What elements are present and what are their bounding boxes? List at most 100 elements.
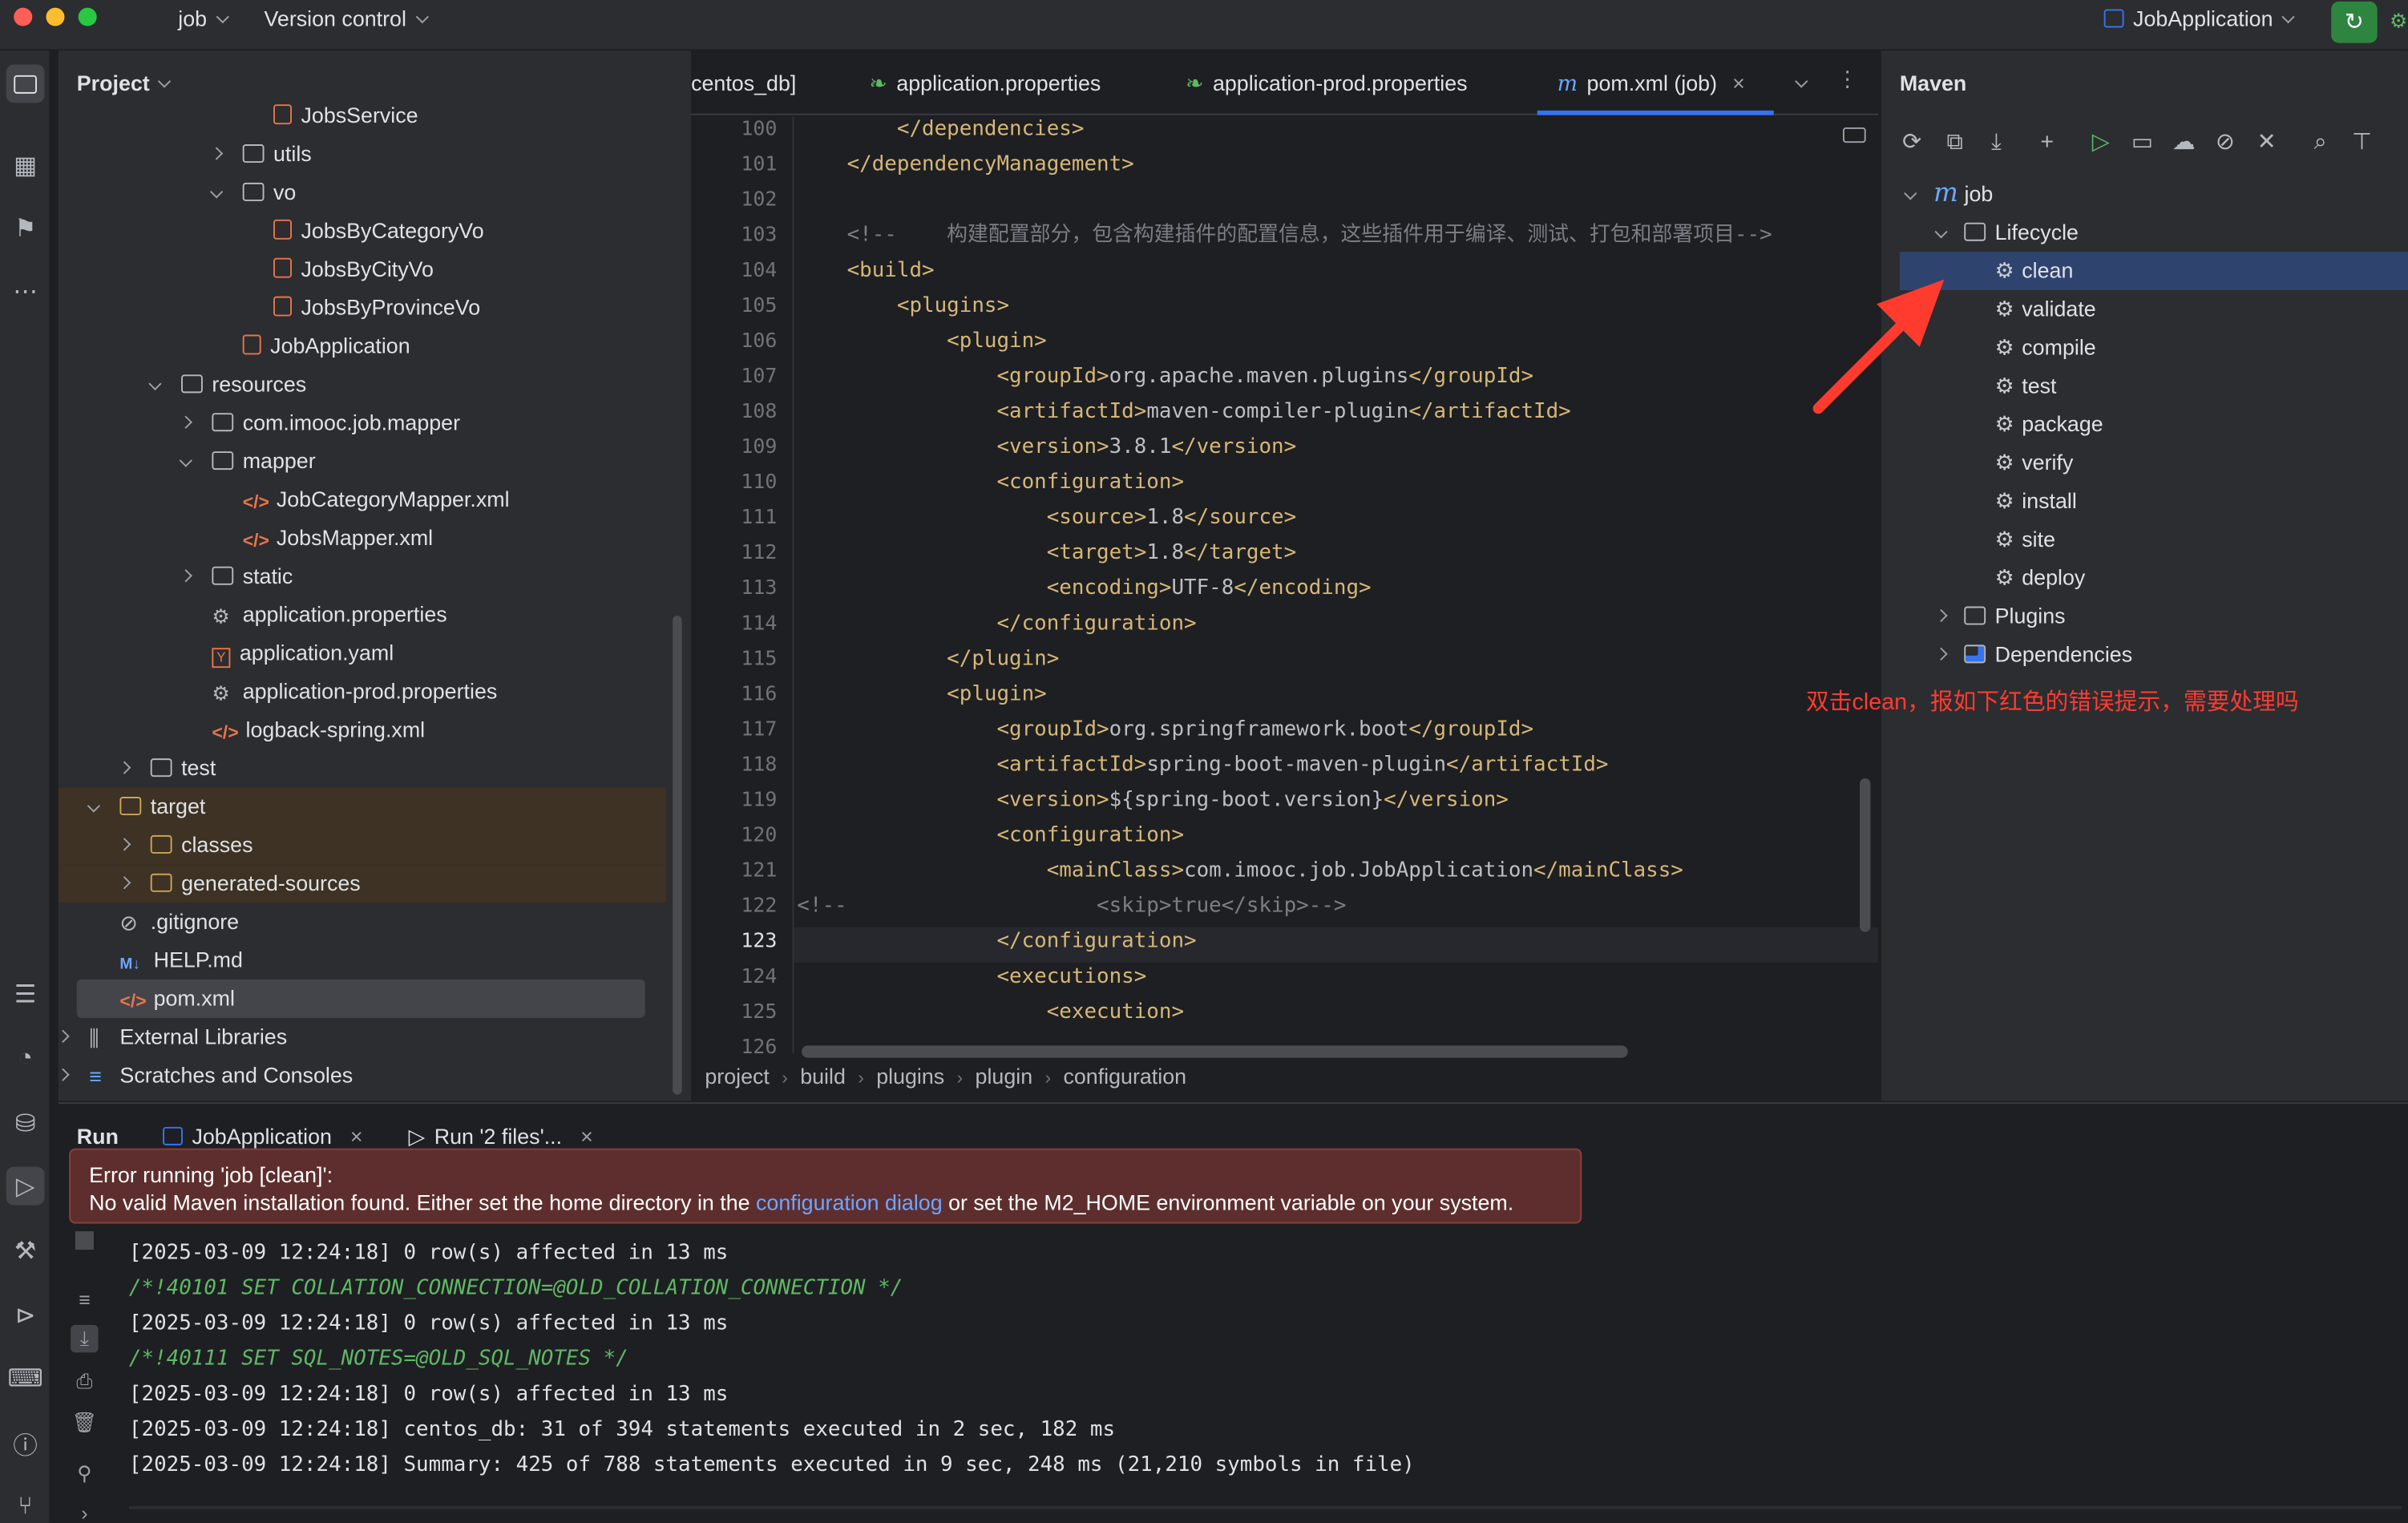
tree-item[interactable]: mapper xyxy=(59,442,667,481)
tree-item[interactable]: Yapplication.yaml xyxy=(59,634,667,673)
todo-tool-button[interactable]: ☰ xyxy=(6,975,45,1013)
chevron-right-icon[interactable] xyxy=(56,1029,70,1043)
tree-item[interactable]: ⫼ External Libraries xyxy=(56,1018,667,1056)
tree-item[interactable]: </> pom.xml xyxy=(76,979,645,1018)
tab-centos-db[interactable]: centos_db] xyxy=(691,71,796,95)
maven-goal-package[interactable]: ⚙ package xyxy=(1900,406,2408,444)
reader-mode-icon[interactable] xyxy=(1842,127,1866,143)
project-tool-button[interactable] xyxy=(6,64,45,103)
offline-icon[interactable]: ☁ xyxy=(2168,127,2199,158)
chevron-right-icon[interactable] xyxy=(118,876,131,890)
tree-item[interactable]: ⊘ .gitignore xyxy=(59,903,667,941)
tree-item[interactable]: </> logback-spring.xml xyxy=(59,711,667,749)
maven-goal-verify[interactable]: ⚙ verify xyxy=(1900,444,2408,483)
build-tool-button[interactable]: ⚒ xyxy=(6,1231,45,1270)
run-tab-jobapplication[interactable]: JobApplication × xyxy=(163,1124,363,1149)
run-tab-2-files[interactable]: ▷ Run '2 files'... × xyxy=(409,1124,593,1150)
close-window-button[interactable] xyxy=(14,7,33,26)
tree-item[interactable]: </> JobCategoryMapper.xml xyxy=(59,480,667,519)
chevron-right-icon[interactable] xyxy=(1934,647,1948,661)
tab-list-button[interactable] xyxy=(1795,69,1808,96)
tree-item[interactable]: utils xyxy=(59,135,667,174)
tree-item[interactable]: classes xyxy=(58,826,667,865)
tree-item[interactable]: static xyxy=(59,557,667,596)
pin-icon[interactable]: ⚲ xyxy=(71,1460,98,1487)
problems-tool-button[interactable]: ⓘ xyxy=(6,1423,45,1461)
maven-goal-compile[interactable]: ⚙ compile xyxy=(1900,329,2408,367)
close-tab-icon[interactable]: × xyxy=(580,1124,593,1149)
minimize-window-button[interactable] xyxy=(46,7,65,26)
code-area[interactable]: </dependencies> </dependencyManagement> … xyxy=(792,116,1879,1053)
maven-goal-validate[interactable]: ⚙ validate xyxy=(1900,290,2408,329)
breadcrumb-item[interactable]: plugins xyxy=(876,1064,944,1089)
close-tab-icon[interactable]: × xyxy=(350,1124,363,1149)
run-tool-button[interactable]: ▷ xyxy=(6,1166,45,1206)
editor-horizontal-scrollbar[interactable] xyxy=(802,1045,1628,1058)
close-tab-icon[interactable]: × xyxy=(1732,71,1745,95)
database-tool-button[interactable]: ⛁ xyxy=(6,1104,45,1142)
tree-item[interactable]: JobsByCityVo xyxy=(59,250,667,289)
maven-goal-clean[interactable]: ⚙ clean xyxy=(1899,252,2408,290)
tree-item[interactable]: JobsService xyxy=(59,97,667,135)
expand-icon[interactable]: › xyxy=(71,1500,98,1523)
git-tool-button[interactable]: ⑂ xyxy=(6,1488,45,1523)
maven-goal-site[interactable]: ⚙ site xyxy=(1900,520,2408,559)
scroll-to-end-icon[interactable]: ⤓ xyxy=(71,1324,99,1353)
breadcrumb-item[interactable]: configuration xyxy=(1063,1064,1186,1089)
maven-tree-item[interactable]: Plugins xyxy=(1900,597,2408,636)
structure-tool-button[interactable]: ▦ xyxy=(6,146,45,184)
chevron-down-icon[interactable] xyxy=(1904,187,1917,200)
tree-item[interactable]: JobsByCategoryVo xyxy=(59,212,667,250)
execute-goal-icon[interactable]: ▭ xyxy=(2127,127,2157,158)
chevron-right-icon[interactable] xyxy=(1934,608,1948,623)
print-icon[interactable]: ⎙ xyxy=(71,1368,98,1396)
chevron-right-icon[interactable] xyxy=(209,147,224,160)
breadcrumb-item[interactable]: plugin xyxy=(976,1064,1033,1089)
bookmarks-tool-button[interactable]: ⚑ xyxy=(6,208,45,247)
chevron-down-icon[interactable] xyxy=(209,185,224,199)
tree-item[interactable]: com.imooc.job.mapper xyxy=(59,404,667,442)
tree-item[interactable]: ≡ Scratches and Consoles xyxy=(56,1056,667,1095)
run-config-selector[interactable]: JobApplication xyxy=(2103,6,2295,30)
skip-tests-icon[interactable]: ⊘ xyxy=(2210,127,2240,158)
debug-icon[interactable]: ⚙ xyxy=(2390,9,2408,34)
tab-more-button[interactable]: ⋮ xyxy=(1836,66,1858,92)
rerun-button[interactable]: ↻ xyxy=(2331,1,2378,43)
configuration-dialog-link[interactable]: configuration dialog xyxy=(756,1190,943,1214)
project-switcher[interactable]: job xyxy=(178,6,229,30)
maven-tree-item[interactable]: Lifecycle xyxy=(1900,213,2408,252)
maven-goal-test[interactable]: ⚙ test xyxy=(1900,367,2408,406)
chevron-down-icon[interactable] xyxy=(148,377,162,390)
chevron-right-icon[interactable] xyxy=(56,1068,70,1081)
chevron-down-icon[interactable] xyxy=(87,799,100,813)
tab-application-prod-properties[interactable]: ❧ application-prod.properties xyxy=(1186,71,1468,97)
trash-icon[interactable]: 🗑 xyxy=(71,1409,98,1436)
breadcrumb-item[interactable]: project xyxy=(705,1064,770,1089)
chevron-down-icon[interactable] xyxy=(1934,225,1948,239)
generate-sources-icon[interactable]: ⧉ xyxy=(1940,127,1970,158)
tree-item[interactable]: ⚙ application-prod.properties xyxy=(59,673,667,711)
vcs-menu[interactable]: Version control xyxy=(265,6,429,30)
maven-tree-item[interactable]: m job xyxy=(1900,175,2408,213)
project-scrollbar[interactable] xyxy=(673,616,682,1095)
tree-item[interactable]: M↓ HELP.md xyxy=(59,941,667,980)
services-tool-button[interactable]: ⊳ xyxy=(6,1296,45,1335)
add-icon[interactable]: + xyxy=(2032,127,2063,158)
soft-wrap-icon[interactable]: ≡ xyxy=(71,1287,98,1314)
maven-goal-install[interactable]: ⚙ install xyxy=(1900,482,2408,520)
maven-tree-item[interactable]: Dependencies xyxy=(1900,636,2408,674)
tree-item[interactable]: generated-sources xyxy=(58,864,667,903)
more-tools-button[interactable]: ⋯ xyxy=(6,272,45,310)
reload-icon[interactable]: ⟳ xyxy=(1897,127,1927,158)
tree-item[interactable]: ⚙ application.properties xyxy=(59,596,667,634)
chevron-down-icon[interactable] xyxy=(179,454,192,467)
maven-goal-deploy[interactable]: ⚙ deploy xyxy=(1900,559,2408,597)
run-goal-icon[interactable]: ▷ xyxy=(2086,127,2116,158)
breadcrumb-item[interactable]: build xyxy=(800,1064,846,1089)
maximize-window-button[interactable] xyxy=(78,7,97,26)
tree-item[interactable]: </> JobsMapper.xml xyxy=(59,519,667,557)
terminal-tool-button[interactable]: ⌨ xyxy=(6,1359,45,1397)
tree-item[interactable]: test xyxy=(59,749,667,788)
chevron-right-icon[interactable] xyxy=(179,415,192,429)
tab-pom-xml[interactable]: m pom.xml (job) × xyxy=(1558,71,1745,97)
